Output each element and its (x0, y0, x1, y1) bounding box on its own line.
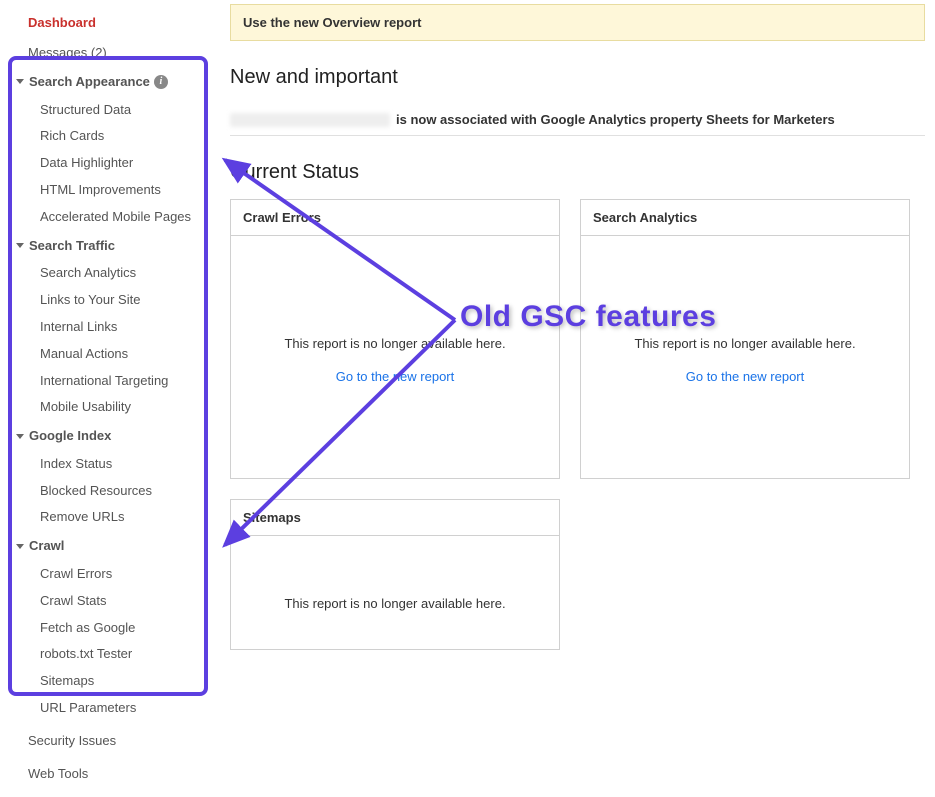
card-search-analytics-msg: This report is no longer available here. (601, 336, 889, 351)
nav-section-label: Google Index (29, 426, 111, 446)
nav-item-accelerated-mobile-pages[interactable]: Accelerated Mobile Pages (0, 204, 210, 231)
nav-item-data-highlighter[interactable]: Data Highlighter (0, 150, 210, 177)
nav-section-label: Search Traffic (29, 236, 115, 256)
nav-item-mobile-usability[interactable]: Mobile Usability (0, 394, 210, 421)
nav-section-label: Crawl (29, 536, 64, 556)
nav-web-tools[interactable]: Web Tools (0, 759, 210, 789)
nav-item-internal-links[interactable]: Internal Links (0, 314, 210, 341)
nav-item-crawl-stats[interactable]: Crawl Stats (0, 588, 210, 615)
nav-item-sitemaps[interactable]: Sitemaps (0, 668, 210, 695)
overview-banner-text: Use the new Overview report (243, 15, 421, 30)
nav-item-structured-data[interactable]: Structured Data (0, 97, 210, 124)
card-crawl-errors-msg: This report is no longer available here. (251, 336, 539, 351)
nav-security-issues[interactable]: Security Issues (0, 726, 210, 756)
main-content: Use the new Overview report New and impo… (210, 0, 935, 797)
notice-row[interactable]: is now associated with Google Analytics … (230, 104, 925, 136)
nav-item-robotstxt-tester[interactable]: robots.txt Tester (0, 641, 210, 668)
sidebar: Dashboard Messages (2) Search Appearance… (0, 0, 210, 797)
nav-item-links-to-your-site[interactable]: Links to Your Site (0, 287, 210, 314)
card-search-analytics-link[interactable]: Go to the new report (601, 369, 889, 384)
nav-item-html-improvements[interactable]: HTML Improvements (0, 177, 210, 204)
heading-new-important: New and important (230, 66, 925, 89)
card-sitemaps-title: Sitemaps (231, 500, 559, 536)
nav-section-google-index[interactable]: Google Index (0, 421, 210, 451)
heading-current-status: Current Status (230, 161, 925, 184)
card-crawl-errors-link[interactable]: Go to the new report (251, 369, 539, 384)
info-icon[interactable]: i (154, 75, 168, 89)
nav-section-label: Search Appearance (29, 72, 150, 92)
nav-item-remove-urls[interactable]: Remove URLs (0, 504, 210, 531)
nav-item-manual-actions[interactable]: Manual Actions (0, 341, 210, 368)
overview-banner[interactable]: Use the new Overview report (230, 4, 925, 41)
nav-section-search-appearance[interactable]: Search Appearance i (0, 67, 210, 97)
nav-item-fetch-as-google[interactable]: Fetch as Google (0, 615, 210, 642)
nav-section-crawl[interactable]: Crawl (0, 531, 210, 561)
nav-dashboard[interactable]: Dashboard (0, 8, 210, 38)
card-sitemaps: Sitemaps This report is no longer availa… (230, 499, 560, 650)
nav-messages[interactable]: Messages (2) (0, 38, 210, 68)
nav-item-rich-cards[interactable]: Rich Cards (0, 123, 210, 150)
card-search-analytics-title: Search Analytics (581, 200, 909, 236)
notice-redacted-site (230, 113, 390, 127)
card-crawl-errors: Crawl Errors This report is no longer av… (230, 199, 560, 479)
nav-section-search-traffic[interactable]: Search Traffic (0, 231, 210, 261)
nav-item-blocked-resources[interactable]: Blocked Resources (0, 478, 210, 505)
nav-item-url-parameters[interactable]: URL Parameters (0, 695, 210, 722)
nav-item-search-analytics[interactable]: Search Analytics (0, 260, 210, 287)
card-search-analytics: Search Analytics This report is no longe… (580, 199, 910, 479)
nav-item-international-targeting[interactable]: International Targeting (0, 368, 210, 395)
nav-item-crawl-errors[interactable]: Crawl Errors (0, 561, 210, 588)
card-sitemaps-msg: This report is no longer available here. (251, 596, 539, 611)
nav-item-index-status[interactable]: Index Status (0, 451, 210, 478)
card-crawl-errors-title: Crawl Errors (231, 200, 559, 236)
notice-text: is now associated with Google Analytics … (396, 112, 835, 127)
